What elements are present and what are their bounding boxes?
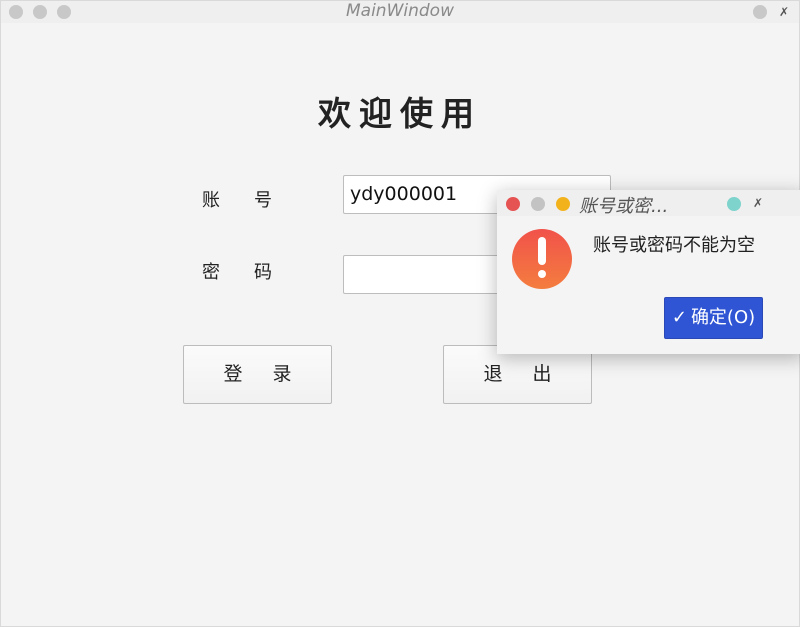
dialog-maximize-button[interactable] bbox=[556, 197, 570, 211]
dialog-minimize-button[interactable] bbox=[531, 197, 545, 211]
dialog-message: 账号或密码不能为空 bbox=[593, 235, 755, 256]
keep-above-icon[interactable]: ✗ bbox=[777, 4, 791, 20]
exclamation-icon bbox=[512, 229, 572, 289]
account-label: 账号 bbox=[202, 190, 306, 211]
window-menu-button[interactable] bbox=[753, 5, 767, 19]
login-button[interactable]: 登录 bbox=[183, 345, 332, 404]
window-title: MainWindow bbox=[346, 1, 454, 21]
ok-button[interactable]: ✓ 确定(O) bbox=[664, 297, 763, 339]
password-label: 密码 bbox=[202, 262, 306, 283]
dialog-title-bar: 账号或密... ✗ bbox=[497, 190, 800, 217]
dialog-title: 账号或密... bbox=[579, 196, 669, 217]
checkmark-icon: ✓ bbox=[671, 307, 687, 328]
keep-above-icon[interactable]: ✗ bbox=[751, 195, 765, 211]
ok-button-label: 确定(O) bbox=[690, 307, 756, 328]
dialog-menu-button[interactable] bbox=[727, 197, 741, 211]
title-bar: MainWindow ✗ bbox=[1, 1, 799, 23]
error-dialog: 账号或密... ✗ 账号或密码不能为空 ✓ 确定(O) bbox=[497, 190, 800, 354]
welcome-heading: 欢迎使用 bbox=[318, 94, 482, 133]
dialog-close-button[interactable] bbox=[506, 197, 520, 211]
